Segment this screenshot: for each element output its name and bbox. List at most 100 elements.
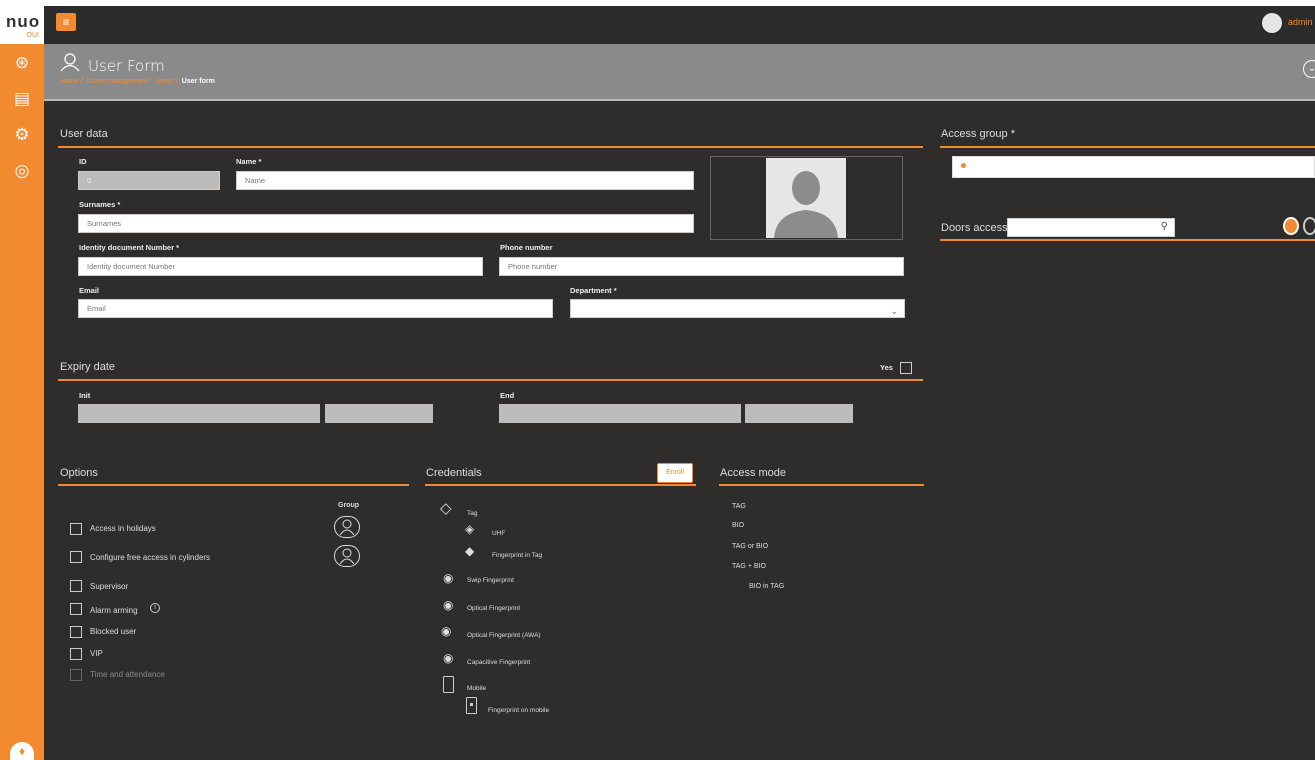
expiry-divider [58,379,923,381]
department-label: Department * [570,286,617,295]
optical-fingerprint-icon[interactable]: ◉ [443,598,453,612]
chevron-down-icon[interactable]: ⌄ [1303,60,1315,78]
expiry-enabled-checkbox[interactable] [900,362,912,374]
capacitive-fingerprint-label: Capacitive Fingerprint [467,659,531,666]
mobile-icon[interactable] [443,676,454,693]
mode-bio[interactable]: BIO [732,522,744,529]
access-holidays-checkbox[interactable] [70,523,82,535]
free-access-cylinders-label: Configure free access in cylinders [90,553,211,562]
email-field[interactable]: Email [78,299,553,318]
fingerprint-tag-icon[interactable]: ◆ [465,544,474,558]
alarm-arming-label: Alarm arming [90,606,138,615]
breadcrumb-users-management[interactable]: Users management [87,78,148,85]
id-field: 0 [78,171,220,190]
supervisor-label: Supervisor [90,582,129,591]
breadcrumb-users[interactable]: Users [156,78,174,85]
end-label: End [500,391,515,400]
supervisor-checkbox[interactable] [70,580,82,592]
optical-fingerprint-label: Optical Fingerprint [467,605,521,612]
user-data-title: User data [60,128,108,140]
end-date-field [499,404,741,423]
free-access-cylinders-checkbox[interactable] [70,551,82,563]
swipe-fingerprint-icon[interactable]: ◉ [443,571,453,585]
time-attendance-checkbox [70,669,82,681]
page-header: User Form Home / Users management / Users /… [44,44,1315,99]
doors-access-title: Doors access [941,222,1008,234]
time-attendance-label: Time and attendance [90,670,165,679]
surnames-label: Surnames * [79,200,121,209]
person-silhouette-icon [774,171,838,238]
phone-field[interactable]: Phone number [499,257,904,276]
enroll-button[interactable]: Enroll [657,463,693,483]
id-label: ID [79,157,87,166]
mode-tag[interactable]: TAG [732,503,746,510]
vip-label: VIP [90,649,103,658]
department-select[interactable]: ⌄ [570,299,905,318]
help-icon[interactable]: ♦ [10,742,34,760]
options-divider [58,484,409,486]
init-date-field [78,404,320,423]
name-field[interactable]: Name [236,171,694,190]
document-icon[interactable]: ▤ [11,88,33,110]
fingerprint-in-tag-label: Fingerprint in Tag [492,552,543,559]
search-icon[interactable]: ⚲ [1161,221,1168,232]
door-toggle-icon[interactable] [1283,217,1299,235]
init-label: Init [79,391,91,400]
capacitive-fingerprint-icon[interactable]: ◉ [443,651,453,665]
mobile-fingerprint-icon[interactable] [466,697,477,714]
alarm-arming-checkbox[interactable] [70,603,82,615]
user-data-divider [58,146,923,148]
expiry-yes-label: Yes [880,363,893,372]
doors-search-input[interactable]: ⚲ [1007,218,1175,237]
phone-label: Phone number [500,243,553,252]
mobile-label: Mobile [467,685,487,692]
surnames-field[interactable]: Surnames [78,214,694,233]
group-users-icon[interactable] [334,516,360,538]
support-lifebuoy-icon[interactable]: ◎ [11,160,33,182]
mode-bio-in-tag[interactable]: BIO in TAG [749,583,784,590]
email-label: Email [79,286,100,295]
access-group-divider [940,146,1315,148]
doors-access-divider [940,239,1315,241]
dashboard-icon[interactable]: ⊛ [11,52,33,74]
tag-label: Tag [467,510,478,517]
chevron-down-icon: ⌄ [890,306,898,316]
status-dot [961,163,966,168]
access-mode-divider [719,484,924,486]
breadcrumb-current: User form [181,78,215,85]
user-icon [60,53,80,72]
access-mode-title: Access mode [720,467,787,479]
init-time-field [325,404,433,423]
user-menu-link[interactable]: admin [1288,17,1313,27]
photo-frame[interactable] [710,156,903,240]
breadcrumb-home[interactable]: Home [60,78,79,85]
optical-fingerprint-awa-label: Optical Fingerprint (AWA) [467,632,541,639]
uhf-tag-icon[interactable]: ◈ [465,522,474,536]
mode-tag-or-bio[interactable]: TAG or BIO [732,543,768,550]
blocked-user-label: Blocked user [90,627,137,636]
credentials-title: Credentials [426,467,482,479]
name-label: Name * [236,157,262,166]
access-group-select[interactable] [952,156,1315,178]
info-icon[interactable]: i [150,603,160,613]
logo-text: nuo [6,12,41,31]
main-content: User data ID 0 Name * Name Surnames * Su… [44,101,1315,760]
app-logo[interactable]: nuo OUI [0,6,44,44]
identity-number-label: Identity document Number * [79,243,180,252]
optical-fingerprint-awa-icon[interactable]: ◉ [441,624,451,638]
identity-number-field[interactable]: Identity document Number [78,257,483,276]
page-title: User Form [88,57,165,75]
door-toggle-secondary-icon[interactable] [1303,217,1315,235]
group-users-icon[interactable] [334,545,360,567]
settings-gears-icon[interactable]: ⚙ [11,124,33,146]
blocked-user-checkbox[interactable] [70,626,82,638]
sidebar: ⊛ ▤ ⚙ ◎ [0,44,44,760]
vip-checkbox[interactable] [70,648,82,660]
logo-subtext: OUI [26,32,39,39]
user-photo-placeholder[interactable] [766,158,846,238]
mode-tag-plus-bio[interactable]: TAG + BIO [732,563,766,570]
end-time-field [745,404,853,423]
menu-toggle-button[interactable]: ≡ [56,13,76,31]
user-avatar[interactable] [1262,13,1282,33]
tag-icon[interactable]: ◇ [440,501,452,516]
